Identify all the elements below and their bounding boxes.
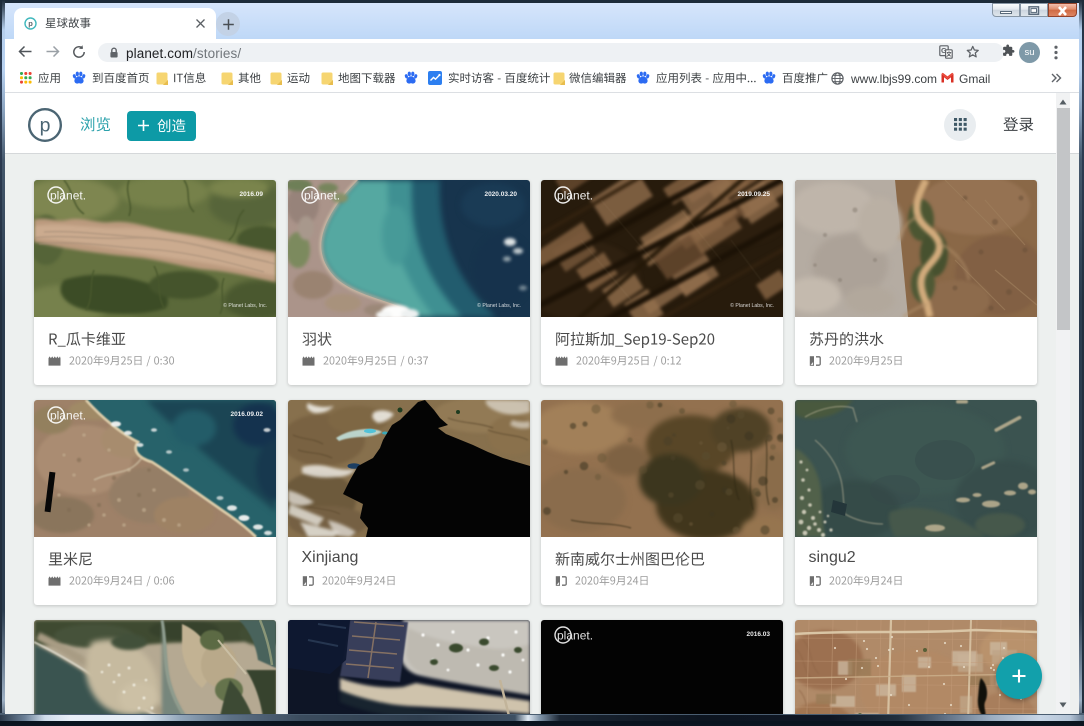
svg-text:p: p [28,19,33,28]
svg-text:© Planet Labs, Inc.: © Planet Labs, Inc. [477,302,521,309]
svg-text:planet.: planet. [557,629,593,643]
svg-text:© Planet Labs, Inc.: © Planet Labs, Inc. [730,302,774,309]
svg-text:2020.03.20: 2020.03.20 [484,191,517,198]
svg-text:planet.: planet. [50,409,86,423]
svg-text:2016.09: 2016.09 [240,191,264,198]
svg-text:p: p [39,114,50,136]
svg-text:planet.: planet. [50,189,86,203]
svg-text:2016.09.02: 2016.09.02 [230,411,263,418]
svg-text:planet.: planet. [557,189,593,203]
svg-text:2016.03: 2016.03 [747,631,771,638]
svg-text:planet.: planet. [304,189,340,203]
svg-text:© Planet Labs, Inc.: © Planet Labs, Inc. [223,302,267,309]
svg-text:2019.09.25: 2019.09.25 [737,191,770,198]
